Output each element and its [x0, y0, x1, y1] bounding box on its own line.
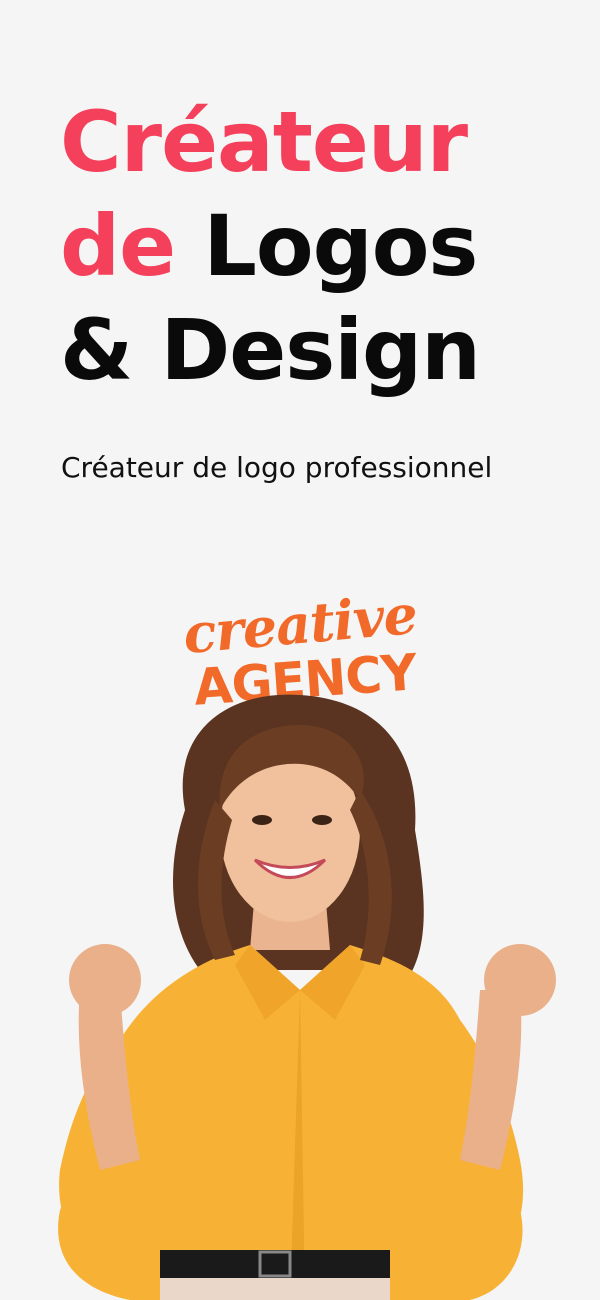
belt [160, 1250, 390, 1278]
right-fist [484, 944, 556, 1016]
headline-line-1: Créateur [60, 90, 480, 194]
woman-celebrating-image [58, 694, 556, 1300]
headline-logos-word: Logos [203, 197, 478, 295]
headline-accent-de: de [60, 197, 176, 295]
headline-accent-word: Créateur [60, 93, 468, 191]
left-fist [69, 944, 141, 1016]
subtitle: Créateur de logo professionnel [61, 451, 493, 484]
headline: Créateur de Logos & Design [60, 90, 481, 402]
right-eye [312, 815, 332, 825]
headline-line-2: de Logos [60, 194, 480, 298]
pants [160, 1278, 390, 1300]
hero-illustration: creative AGENCY [0, 580, 600, 1300]
app-screen: Créateur de Logos & Design Créateur de l… [0, 0, 600, 1300]
left-eye [252, 815, 272, 825]
headline-line-3: & Design [60, 301, 481, 399]
